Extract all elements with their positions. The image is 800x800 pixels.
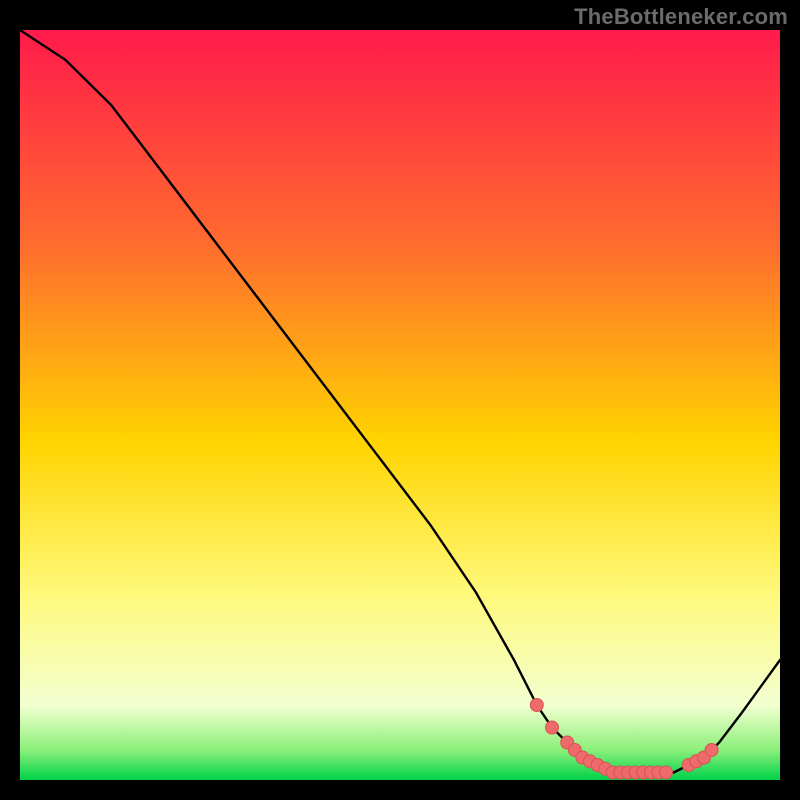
- marker-dot: [660, 766, 673, 779]
- marker-dot: [530, 699, 543, 712]
- marker-dot: [546, 721, 559, 734]
- bottleneck-chart: [0, 0, 800, 800]
- marker-dot: [705, 744, 718, 757]
- watermark-text: TheBottleneker.com: [574, 4, 788, 30]
- gradient-background: [20, 30, 780, 780]
- chart-stage: TheBottleneker.com: [0, 0, 800, 800]
